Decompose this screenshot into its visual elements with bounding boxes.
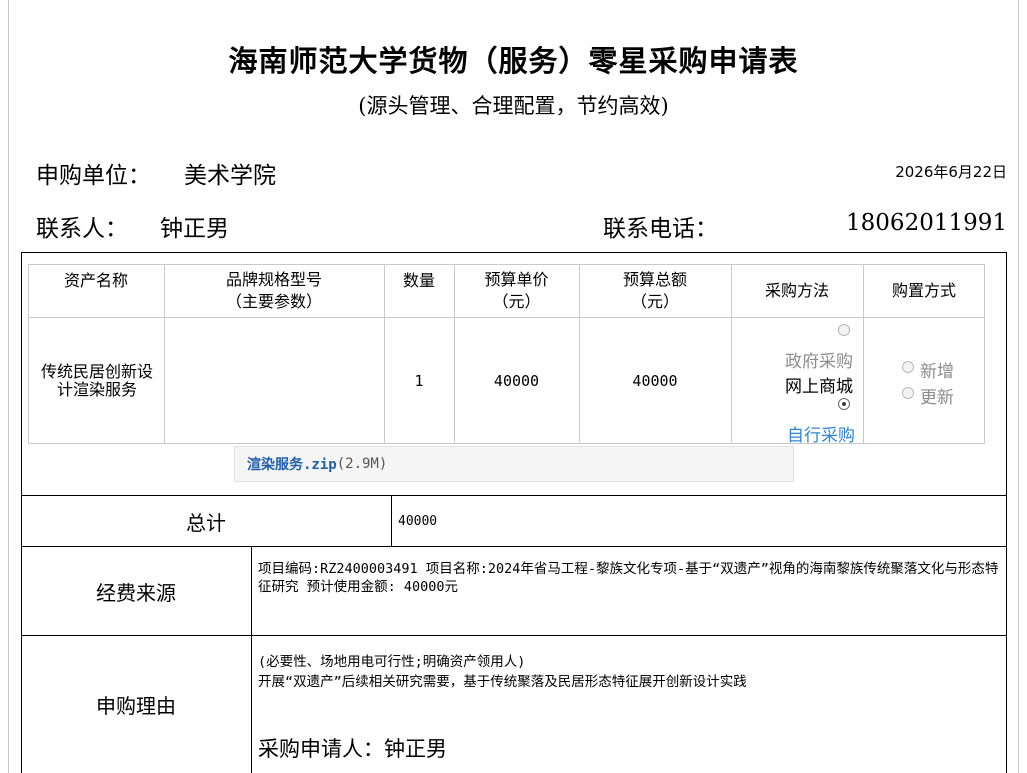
- reason-label: 申购理由: [96, 694, 176, 718]
- header-unit-price: 预算单价 （元）: [454, 266, 579, 316]
- header-method: 采购方法: [764, 280, 829, 300]
- type-new: 新增: [920, 362, 954, 382]
- contact-label: 联系人：: [36, 216, 128, 242]
- radio-self-procurement[interactable]: [838, 398, 850, 410]
- radio-gov-procurement[interactable]: [838, 324, 850, 336]
- reason-text: 开展“双遗产”后续相关研究需要，基于传统聚落及民居形态特征展开创新设计实践: [258, 674, 747, 690]
- cell-total: 40000: [632, 372, 678, 390]
- header-total-line1: 预算总额: [622, 270, 687, 289]
- header-purchase-type: 购置方式: [891, 280, 956, 300]
- total-label: 总计: [186, 510, 226, 535]
- total-value: 40000: [398, 514, 438, 529]
- header-total-line2: （元）: [630, 292, 679, 311]
- header-unit-price-line2: （元）: [492, 292, 541, 311]
- form-subtitle: (源头管理、合理配置，节约高效): [358, 94, 669, 118]
- header-spec-line1: 品牌规格型号: [225, 270, 322, 289]
- cell-unit-price: 40000: [493, 372, 540, 390]
- header-quantity: 数量: [402, 271, 435, 290]
- funding-label: 经费来源: [96, 580, 176, 605]
- cell-asset-name: 传统民居创新设计渲染服务: [40, 362, 153, 399]
- phone-value: 18062011991: [846, 210, 1007, 236]
- funding-text: 项目编码:RZ2400003491 项目名称:2024年省马工程-黎族文化专项-…: [258, 561, 999, 595]
- unit-label: 申购单位：: [36, 163, 151, 189]
- applicant-name: 钟正男: [384, 737, 447, 761]
- unit-value: 美术学院: [184, 163, 276, 189]
- divider: [391, 495, 392, 546]
- type-update: 更新: [920, 388, 954, 408]
- method-self-procurement: 自行采购: [787, 426, 855, 446]
- header-total: 预算总额 （元）: [579, 266, 731, 316]
- applicant: 采购申请人：钟正男: [258, 733, 447, 763]
- radio-update[interactable]: [902, 387, 914, 399]
- header-spec: 品牌规格型号 （主要参数）: [164, 266, 384, 316]
- cell-spec: [164, 318, 384, 444]
- applicant-label: 采购申请人：: [258, 737, 384, 761]
- header-asset-name: 资产名称: [63, 271, 128, 290]
- cell-quantity: 1: [414, 372, 424, 390]
- divider: [251, 546, 252, 773]
- attachment-link[interactable]: 渲染服务.zip (2.9M): [234, 446, 794, 482]
- radio-new[interactable]: [902, 361, 914, 373]
- reason-hint: (必要性、场地用电可行性;明确资产领用人): [258, 654, 526, 670]
- header-unit-price-line1: 预算单价: [484, 270, 549, 289]
- method-online-mall: 网上商城: [785, 377, 853, 397]
- attachment-size: (2.9M): [336, 456, 388, 472]
- attachment-name[interactable]: 渲染服务.zip: [247, 454, 337, 474]
- phone-label: 联系电话：: [603, 216, 718, 242]
- method-gov-procurement: 政府采购: [785, 352, 853, 372]
- form-title: 海南师范大学货物（服务）零星采购申请表: [228, 44, 799, 78]
- form-date: 2026年6月22日: [895, 163, 1007, 181]
- header-spec-line2: （主要参数）: [225, 292, 322, 311]
- contact-value: 钟正男: [160, 216, 229, 242]
